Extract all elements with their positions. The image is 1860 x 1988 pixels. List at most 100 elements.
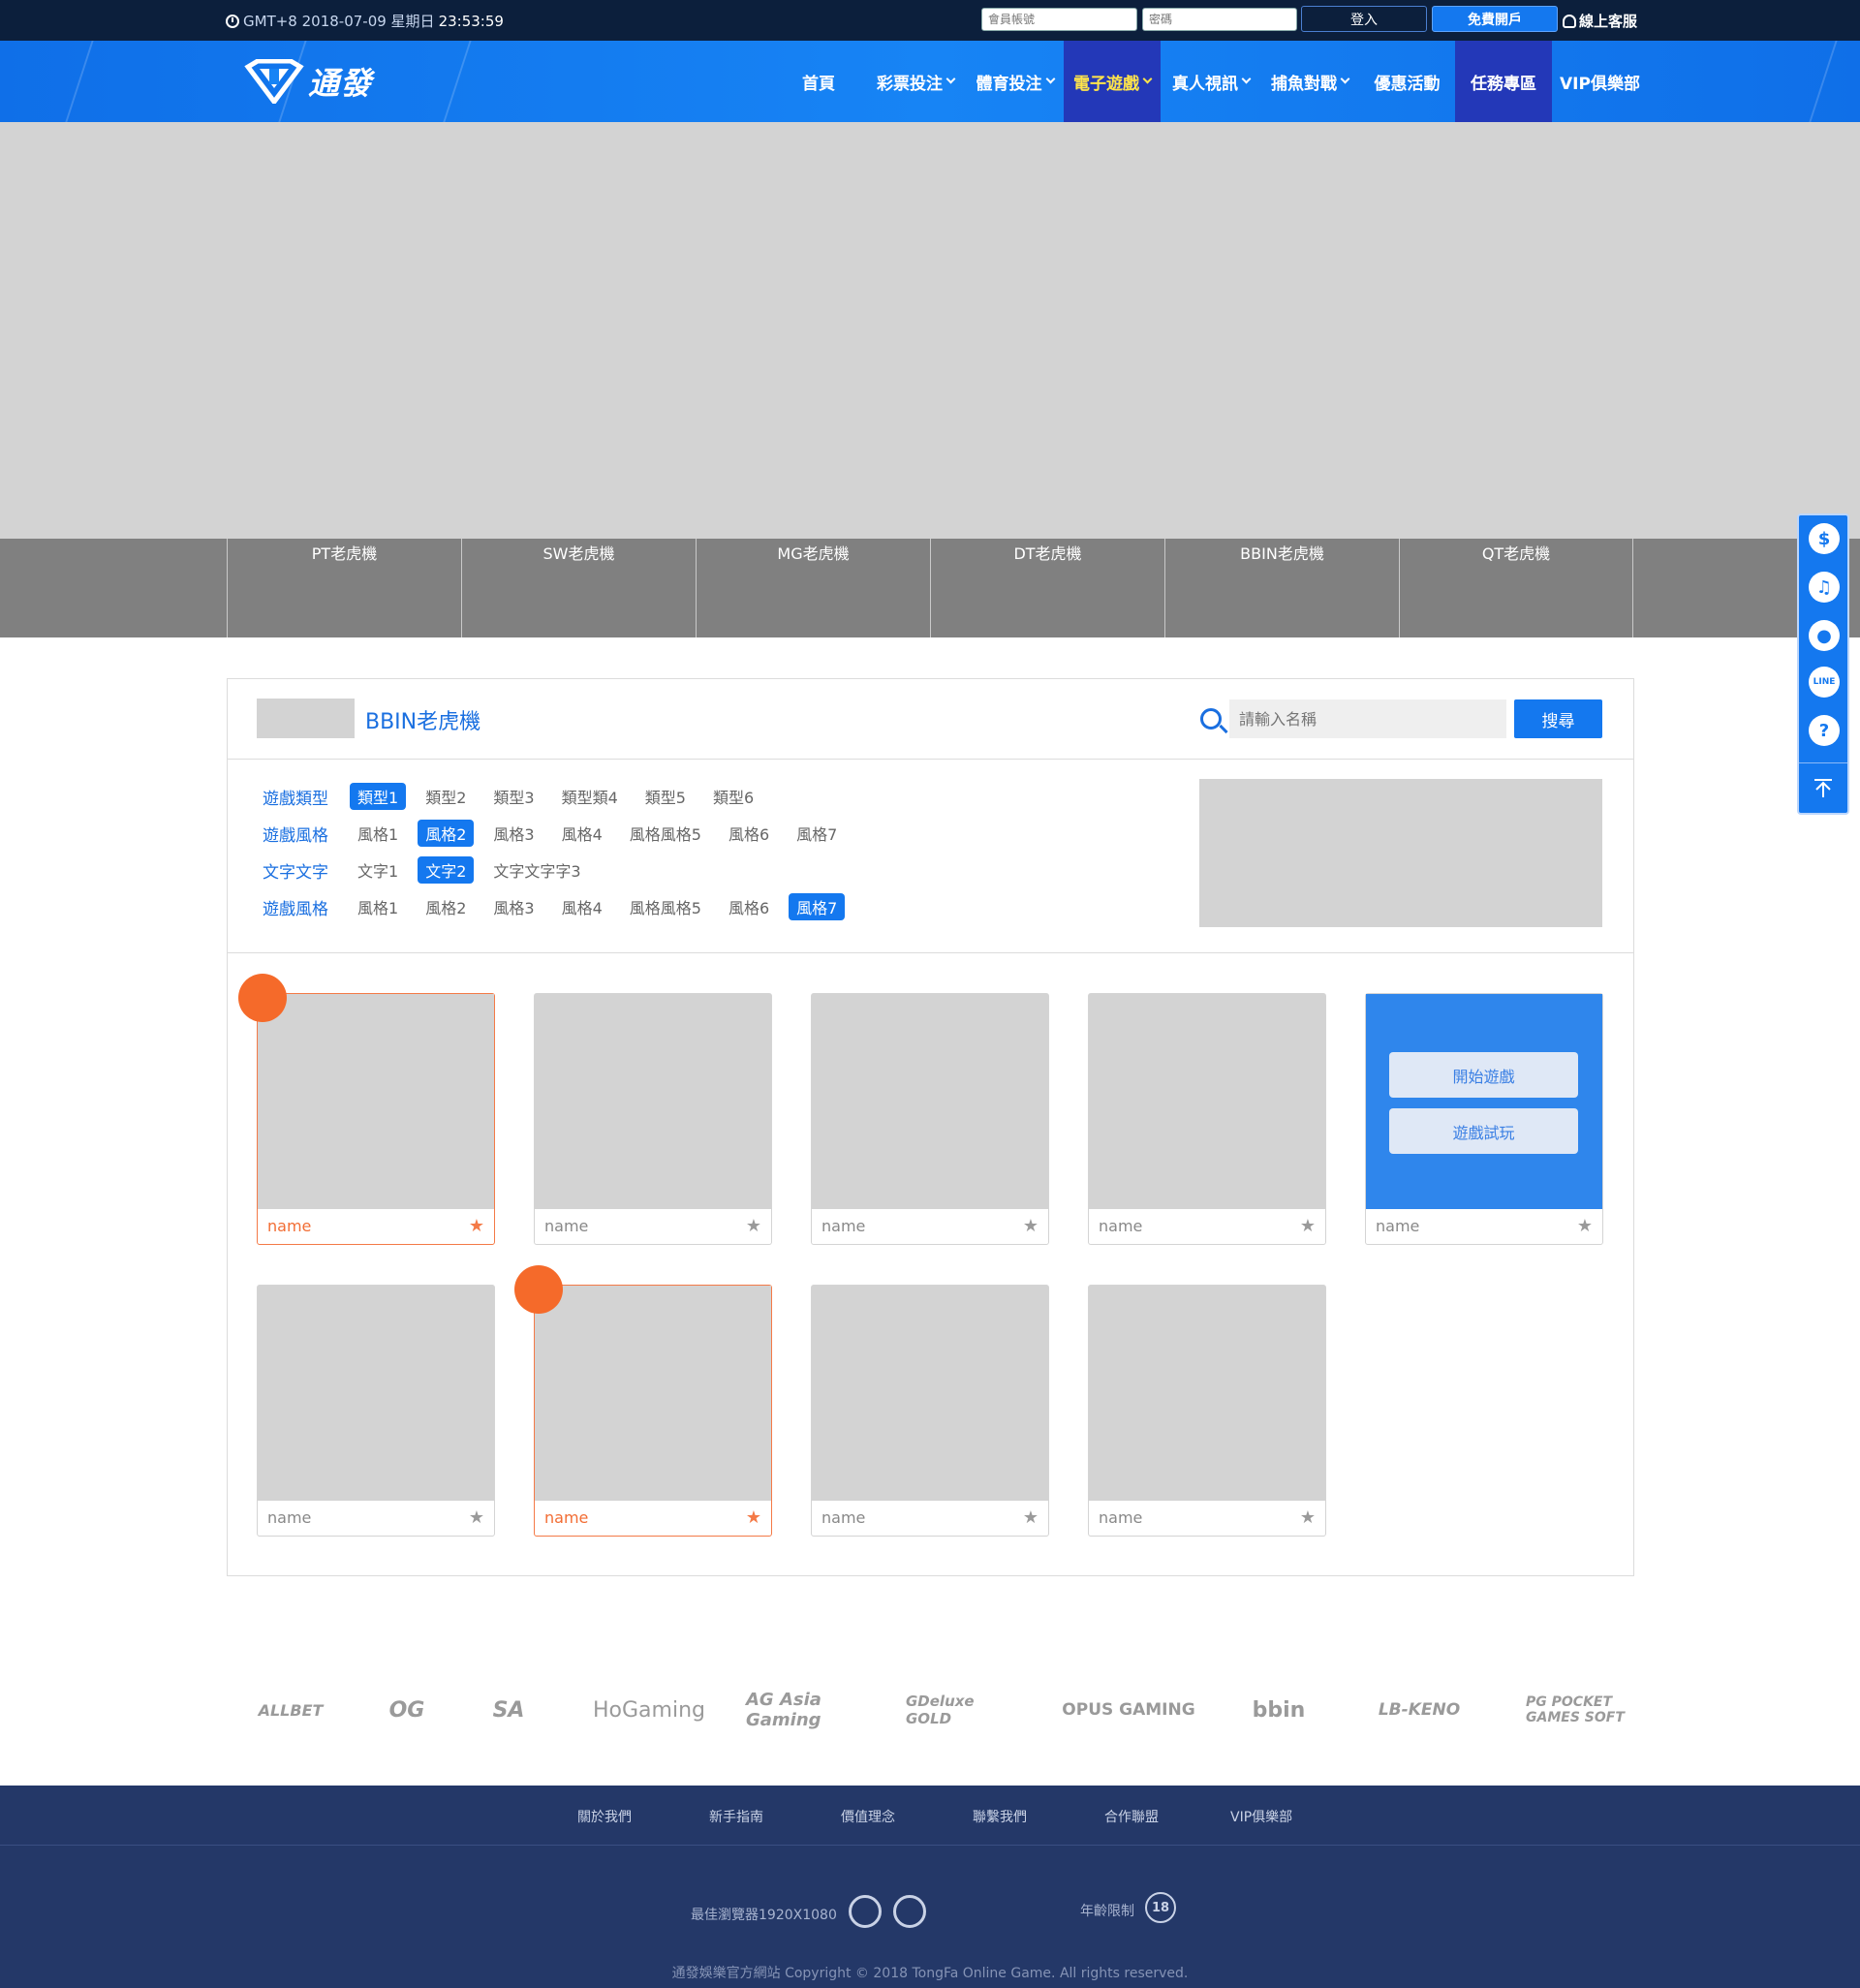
filter-option[interactable]: 風格3: [485, 893, 542, 920]
game-card[interactable]: name ★: [257, 993, 495, 1245]
search-button[interactable]: 搜尋: [1514, 699, 1602, 738]
nav-promotions[interactable]: 優惠活動: [1361, 41, 1453, 122]
search-input[interactable]: [1229, 699, 1506, 738]
game-card[interactable]: name ★: [1088, 1285, 1326, 1537]
game-card[interactable]: name ★: [1088, 993, 1326, 1245]
star-icon[interactable]: ★: [1023, 1508, 1038, 1528]
footer-link-about[interactable]: 關於我們: [577, 1807, 632, 1826]
footer-links: 關於我們 新手指南 價值理念 聯繫我們 合作聯盟 VIP俱樂部: [0, 1786, 1860, 1846]
nav-label: 體育投注: [976, 74, 1042, 94]
filter-option[interactable]: 風格3: [485, 820, 542, 847]
filter-option[interactable]: 類型1: [350, 783, 407, 810]
wechat-icon[interactable]: ●: [1809, 620, 1840, 651]
filter-option[interactable]: 風格7: [789, 893, 846, 920]
filter-option[interactable]: 風格1: [350, 820, 406, 847]
game-thumbnail-overlay: 開始遊戲 遊戲試玩: [1366, 994, 1602, 1209]
game-thumbnail: [812, 1286, 1048, 1501]
line-icon[interactable]: LINE: [1809, 667, 1840, 698]
provider-tab-dt[interactable]: DT老虎機: [930, 539, 1164, 637]
filter-option[interactable]: 風格4: [554, 820, 610, 847]
site-logo[interactable]: 通發: [244, 56, 372, 107]
game-card[interactable]: name ★: [257, 1285, 495, 1537]
filter-option[interactable]: 風格風格5: [622, 820, 709, 847]
login-button[interactable]: 登入: [1301, 6, 1427, 32]
nav-lottery[interactable]: 彩票投注: [872, 41, 959, 122]
nav-label: 首頁: [802, 74, 835, 94]
game-card[interactable]: name ★: [534, 1285, 772, 1537]
star-icon[interactable]: ★: [746, 1217, 761, 1236]
game-card[interactable]: name ★: [534, 993, 772, 1245]
age-note: 年齡限制: [1080, 1904, 1134, 1919]
footer-link-guide[interactable]: 新手指南: [709, 1807, 763, 1826]
time-text: 23:53:59: [438, 12, 504, 30]
footer-link-values[interactable]: 價值理念: [841, 1807, 895, 1826]
provider-tab-pt[interactable]: PT老虎機: [227, 539, 461, 637]
footer: 關於我們 新手指南 價值理念 聯繫我們 合作聯盟 VIP俱樂部 最佳瀏覽器192…: [0, 1786, 1860, 1988]
footer-link-vip[interactable]: VIP俱樂部: [1230, 1807, 1292, 1826]
nav-live-video[interactable]: 真人視訊: [1162, 41, 1259, 122]
star-icon[interactable]: ★: [1300, 1508, 1316, 1528]
dollar-icon[interactable]: $: [1809, 523, 1840, 554]
game-card[interactable]: name ★: [811, 1285, 1049, 1537]
back-to-top-icon[interactable]: [1813, 777, 1834, 798]
star-icon[interactable]: ★: [469, 1217, 484, 1236]
filter-option[interactable]: 風格2: [418, 820, 475, 847]
filter-option[interactable]: 風格風格5: [622, 893, 709, 920]
filter-option[interactable]: 風格1: [350, 893, 406, 920]
chevron-down-icon: [946, 74, 956, 84]
provider-tab-qt[interactable]: QT老虎機: [1399, 539, 1633, 637]
game-thumbnail: [258, 994, 494, 1209]
customer-service-link[interactable]: 線上客服: [1563, 11, 1637, 31]
nav-fishing[interactable]: 捕魚對戰: [1261, 41, 1358, 122]
chrome-icon: [893, 1895, 926, 1928]
nav-home[interactable]: 首頁: [785, 41, 852, 122]
date-text: GMT+8 2018-07-09 星期日: [243, 13, 435, 30]
nav-label: VIP俱樂部: [1560, 74, 1640, 94]
game-name: name: [822, 1508, 866, 1527]
star-icon[interactable]: ★: [1300, 1217, 1316, 1236]
main-header: 通發 首頁 彩票投注 體育投注 電子遊戲 真人視訊 捕魚對戰 優惠活動 任務專區…: [0, 41, 1860, 122]
filter-option[interactable]: 風格7: [789, 820, 845, 847]
footer-link-partners[interactable]: 合作聯盟: [1104, 1807, 1159, 1826]
nav-electronic-games[interactable]: 電子遊戲: [1064, 41, 1161, 122]
copyright-text: 通發娛樂官方網站 Copyright © 2018 TongFa Online …: [671, 1966, 1189, 1981]
headset-icon[interactable]: ♫: [1809, 572, 1840, 603]
password-input[interactable]: [1142, 8, 1297, 31]
nav-sports[interactable]: 體育投注: [969, 41, 1061, 122]
filter-option[interactable]: 類型類4: [554, 783, 626, 810]
headset-icon: [1563, 14, 1576, 28]
filter-option[interactable]: 類型2: [418, 783, 474, 810]
star-icon[interactable]: ★: [1023, 1217, 1038, 1236]
register-button[interactable]: 免費開戶: [1432, 6, 1558, 32]
game-name: name: [267, 1217, 312, 1235]
star-icon[interactable]: ★: [469, 1508, 484, 1528]
account-input[interactable]: [981, 8, 1137, 31]
provider-tab-mg[interactable]: MG老虎機: [696, 539, 930, 637]
provider-tab-bbin[interactable]: BBIN老虎機: [1164, 539, 1399, 637]
partner-logo: GDeluxe GOLD: [906, 1693, 975, 1727]
filter-option[interactable]: 風格2: [418, 893, 474, 920]
provider-tab-sw[interactable]: SW老虎機: [461, 539, 696, 637]
nav-missions[interactable]: 任務專區: [1455, 41, 1552, 122]
filter-option[interactable]: 類型3: [485, 783, 542, 810]
star-icon[interactable]: ★: [746, 1508, 761, 1528]
game-card-hover[interactable]: 開始遊戲 遊戲試玩 name ★: [1365, 993, 1603, 1245]
star-icon[interactable]: ★: [1577, 1217, 1593, 1236]
filter-option[interactable]: 文字1: [350, 856, 406, 884]
filter-option[interactable]: 類型5: [637, 783, 694, 810]
filter-option[interactable]: 文字2: [418, 856, 475, 884]
filter-option[interactable]: 風格6: [721, 893, 777, 920]
filter-option[interactable]: 文字文字字3: [485, 856, 588, 884]
start-game-button[interactable]: 開始遊戲: [1389, 1052, 1578, 1098]
filter-option[interactable]: 風格6: [721, 820, 777, 847]
nav-vip[interactable]: VIP俱樂部: [1554, 41, 1646, 122]
chevron-down-icon: [1045, 74, 1055, 84]
trial-game-button[interactable]: 遊戲試玩: [1389, 1108, 1578, 1154]
help-icon[interactable]: ?: [1809, 715, 1840, 746]
floating-sidebar: $ ♫ ● LINE ?: [1797, 513, 1849, 815]
filter-option[interactable]: 風格4: [554, 893, 610, 920]
filter-option[interactable]: 類型6: [705, 783, 761, 810]
game-card[interactable]: name ★: [811, 993, 1049, 1245]
logo-text: 通發: [308, 65, 373, 102]
footer-link-contact[interactable]: 聯繫我們: [973, 1807, 1027, 1826]
